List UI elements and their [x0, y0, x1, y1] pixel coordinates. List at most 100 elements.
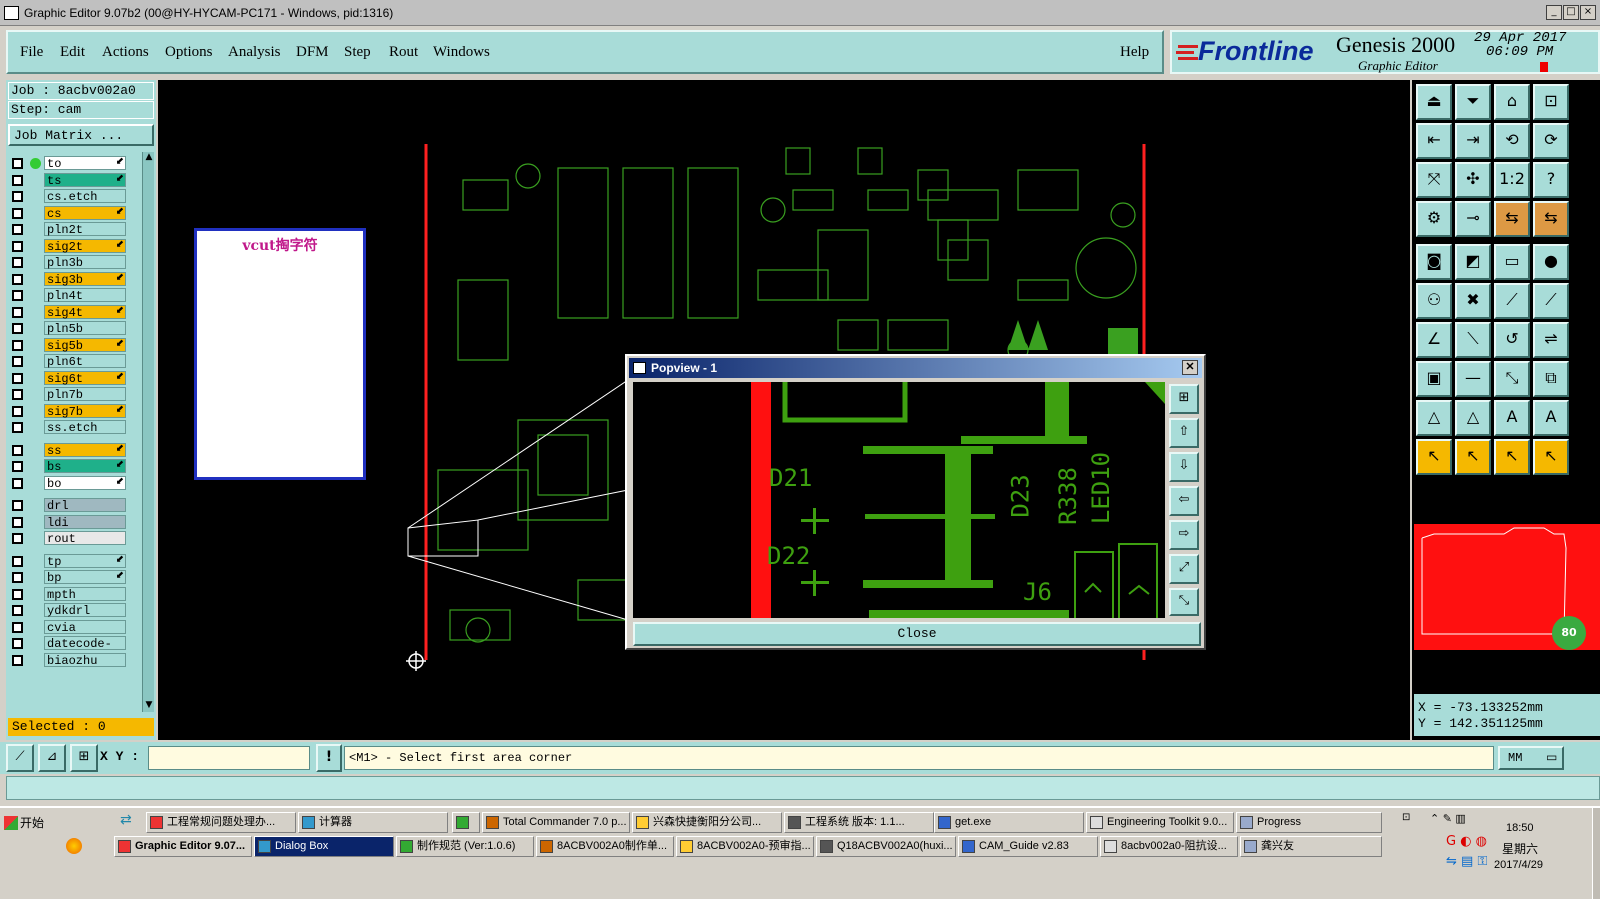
snap-tool-icon[interactable]: ⟋ [6, 744, 34, 772]
layer-name[interactable]: bs [44, 459, 126, 474]
layer-checkbox[interactable] [12, 654, 23, 666]
layer-checkbox[interactable] [12, 372, 23, 384]
ruler-icon[interactable]: ▭ [1494, 244, 1530, 280]
layer-name[interactable]: sig6t [44, 370, 126, 386]
layer-checkbox[interactable] [12, 306, 23, 318]
layer-row[interactable]: cvia [10, 619, 128, 635]
taskbar-item[interactable]: Total Commander 7.0 p... [482, 812, 630, 833]
layer-name[interactable]: pln4t [44, 288, 126, 303]
layer-name[interactable]: biaozhu [44, 652, 126, 668]
menu-dfm[interactable]: DFM [296, 44, 329, 61]
layer-checkbox[interactable] [12, 323, 23, 334]
grid-tool-icon[interactable]: ⊞ [70, 744, 98, 772]
house-icon[interactable]: ⌂ [1494, 84, 1530, 120]
taskbar-item[interactable]: 8acbv002a0-阻抗设... [1100, 836, 1238, 857]
layer-name[interactable]: datecode-pt [44, 636, 126, 665]
layer-checkbox[interactable] [12, 588, 23, 600]
cursor-box2-icon[interactable]: ↖ [1494, 439, 1530, 475]
taskbar-item[interactable]: get.exe [934, 812, 1084, 833]
tray-app-icon[interactable]: G ◐ ◍ [1446, 834, 1487, 849]
layer-row[interactable]: bs ⬋ [10, 459, 128, 474]
layer-row[interactable]: pln7b [10, 387, 128, 402]
layer-row[interactable]: ss.etch [10, 420, 128, 435]
layer-checkbox[interactable] [12, 461, 23, 472]
taskbar-item[interactable]: Q18ACBV002A0(huxi... [816, 836, 956, 857]
layer-checkbox[interactable] [12, 356, 23, 367]
record-icon[interactable]: ◙ [1416, 244, 1452, 280]
taskbar-item[interactable]: 兴森快捷衡阳分公司... [632, 812, 782, 833]
fit-icon[interactable]: ⤧ [1416, 162, 1452, 198]
layer-checkbox[interactable] [12, 638, 23, 649]
layer-row[interactable]: sig7b ⬋ [10, 403, 128, 419]
tri-left-icon[interactable]: △ [1416, 400, 1452, 436]
layer-checkbox[interactable] [12, 500, 23, 511]
layer-name[interactable]: sig3b [44, 271, 126, 287]
xy-input[interactable] [148, 746, 310, 770]
layer-name[interactable]: ldi [44, 514, 126, 530]
taskbar-item[interactable]: 计算器 [298, 812, 448, 833]
layer-name[interactable]: ss.etch [44, 420, 126, 435]
measure-tool-icon[interactable]: ⊿ [38, 744, 66, 772]
layer-checkbox[interactable] [12, 533, 23, 544]
cursor-icon[interactable]: ↖ [1416, 439, 1452, 475]
show-desktop-button[interactable] [1592, 808, 1600, 899]
layer-checkbox[interactable] [12, 555, 23, 567]
menu-actions[interactable]: Actions [102, 44, 149, 61]
layer-checkbox[interactable] [12, 405, 23, 417]
close-window-button[interactable]: × [1580, 5, 1596, 20]
layer-row[interactable]: mpth [10, 586, 128, 602]
layer-checkbox[interactable] [12, 444, 23, 456]
net-right-icon[interactable]: ⇆ [1533, 201, 1569, 237]
layer-row[interactable]: to ⬋ [10, 156, 128, 171]
scroll-up-icon[interactable]: ▲ [143, 152, 155, 164]
tray-network-icon[interactable]: ⌃ ✎ ▥ [1430, 812, 1466, 825]
layer-name[interactable]: cvia [44, 619, 126, 635]
layer-row[interactable]: ts ⬋ [10, 172, 128, 188]
taskbar-item[interactable]: 8ACBV002A0-预审指... [676, 836, 814, 857]
layer-name[interactable]: cs [44, 205, 126, 221]
menu-help[interactable]: Help [1120, 44, 1149, 61]
maximize-button[interactable]: □ [1563, 5, 1579, 20]
taskbar-item[interactable]: 工程系统 版本: 1.1... [784, 812, 934, 833]
layer-checkbox[interactable] [12, 273, 23, 285]
layer-row[interactable]: ss ⬋ [10, 442, 128, 458]
line-icon[interactable]: ⟋ [1494, 283, 1530, 319]
layer-name[interactable]: pln2t [44, 222, 126, 237]
layer-checkbox[interactable] [12, 422, 23, 433]
layer-row[interactable]: ldi [10, 514, 128, 530]
layer-name[interactable]: ydkdrl [44, 603, 126, 618]
tray-expand-icon[interactable]: ⊡ [1402, 812, 1422, 852]
layer-name[interactable]: sig7b [44, 403, 126, 419]
layer-name[interactable]: pln5b [44, 321, 126, 336]
taskbar-item[interactable]: 8ACBV002A0制作单... [536, 836, 674, 857]
quicklaunch-icon[interactable] [66, 838, 82, 854]
popview-pan-right-icon[interactable]: ⇨ [1169, 520, 1199, 550]
popview-pan-up-icon[interactable]: ⇧ [1169, 418, 1199, 448]
taskbar-item[interactable]: 龚兴友 [1240, 836, 1382, 857]
filter-icon[interactable]: ⚙ [1416, 201, 1452, 237]
layer-checkbox[interactable] [12, 389, 23, 400]
layer-checkbox[interactable] [12, 207, 23, 219]
scale-icon[interactable]: 1:2 [1494, 162, 1530, 198]
angle-icon[interactable]: ∠ [1416, 322, 1452, 358]
job-matrix-button[interactable]: Job Matrix ... [8, 124, 154, 146]
node-icon[interactable]: ⚇ [1416, 283, 1452, 319]
alert-icon[interactable]: ! [316, 744, 342, 772]
arc-icon[interactable]: ⟋ [1533, 283, 1569, 319]
taskbar-item[interactable]: Progress [1236, 812, 1382, 833]
move-right-icon[interactable]: ⇥ [1455, 123, 1491, 159]
layer-checkbox[interactable] [12, 572, 23, 583]
layer-checkbox[interactable] [12, 257, 23, 268]
layer-name[interactable]: to [44, 156, 126, 171]
menu-edit[interactable]: Edit [60, 44, 85, 61]
layer-name[interactable]: ts [44, 172, 126, 188]
layer-row[interactable]: cs.etch [10, 189, 128, 204]
layer-checkbox[interactable] [12, 174, 23, 186]
cursor-mixed-icon[interactable]: ↖ [1533, 439, 1569, 475]
bullet-icon[interactable]: ● [1533, 244, 1569, 280]
undo-icon[interactable]: ↺ [1494, 322, 1530, 358]
layer-name[interactable]: rout [44, 531, 126, 546]
layer-checkbox[interactable] [12, 224, 23, 235]
menu-analysis[interactable]: Analysis [228, 44, 281, 61]
menu-options[interactable]: Options [165, 44, 213, 61]
